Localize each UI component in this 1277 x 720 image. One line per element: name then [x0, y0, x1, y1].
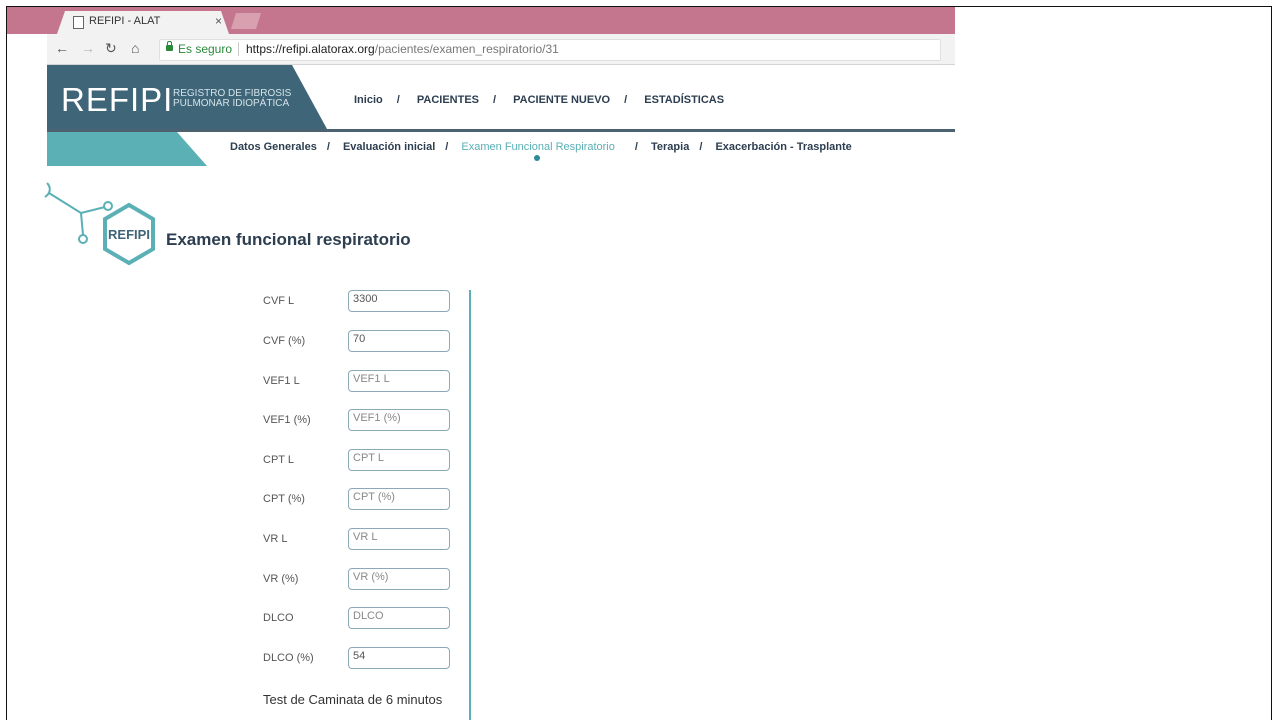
molecule-bond	[80, 212, 84, 236]
reload-icon[interactable]: ↻	[105, 40, 117, 57]
active-indicator-dot	[534, 155, 541, 161]
nav-estadisticas[interactable]: ESTADÍSTICAS	[644, 94, 724, 106]
walk-test-label: Test de Caminata de 6 minutos	[263, 692, 443, 707]
logo[interactable]: REFIPI REGISTRO DE FIBROSIS PULMONAR IDI…	[47, 65, 327, 129]
field-label: CVF (%)	[263, 335, 306, 347]
field-cpt-pct: CPT (%) CPT (%)	[263, 488, 463, 512]
back-icon[interactable]: ←	[55, 40, 69, 56]
nav-separator: /	[396, 94, 400, 106]
vr-pct-input[interactable]: VR (%)	[348, 568, 450, 590]
emblem-text: REFIPI	[108, 227, 150, 242]
section-nav: Datos Generales / Evaluación inicial / Exa…	[230, 141, 862, 161]
tab-datos-generales[interactable]: Datos Generales	[230, 141, 317, 153]
nav-separator: /	[699, 141, 703, 153]
url-text: https://refipi.alatorax.org/pacientes/ex…	[246, 42, 559, 56]
cpt-l-input[interactable]: CPT L	[348, 449, 450, 471]
dlco-pct-input[interactable]: 54	[348, 647, 450, 669]
vef1-l-input[interactable]: VEF1 L	[348, 370, 450, 392]
molecule-atom	[103, 201, 113, 211]
home-icon[interactable]: ⌂	[131, 40, 139, 56]
url-path: /pacientes/examen_respiratorio/31	[374, 42, 559, 56]
tab-title: REFIPI - ALAT	[89, 15, 161, 27]
cvf-l-input[interactable]: 3300	[348, 290, 450, 312]
field-vef1-l: VEF1 L VEF1 L	[263, 370, 463, 394]
url-divider	[238, 42, 239, 56]
close-tab-icon[interactable]: ×	[215, 14, 222, 28]
url-host: https://refipi.alatorax.org	[246, 42, 375, 56]
page-title: Examen funcional respiratorio	[166, 230, 411, 249]
field-cvf-l: CVF L 3300	[263, 290, 463, 314]
secure-label: Es seguro	[178, 42, 233, 56]
field-label: VR (%)	[263, 573, 299, 585]
field-cvf-pct: CVF (%) 70	[263, 330, 463, 354]
vef1-pct-input[interactable]: VEF1 (%)	[348, 409, 450, 431]
section-nav-bar: Datos Generales / Evaluación inicial / Exa…	[47, 132, 955, 166]
field-label: VEF1 L	[263, 375, 300, 387]
field-vr-l: VR L VR L	[263, 528, 463, 552]
field-vr-pct: VR (%) VR (%)	[263, 568, 463, 592]
nav-inicio[interactable]: Inicio	[354, 94, 383, 106]
tab-examen-funcional-label: Examen Funcional Respiratorio	[461, 141, 615, 153]
nav-paciente-nuevo[interactable]: PACIENTE NUEVO	[513, 94, 610, 106]
field-label: VR L	[263, 533, 288, 545]
cvf-pct-input[interactable]: 70	[348, 330, 450, 352]
field-dlco-pct: DLCO (%) 54	[263, 647, 463, 671]
molecule-arc	[44, 182, 51, 198]
tab-exacerbacion-trasplante[interactable]: Exacerbación - Trasplante	[715, 141, 851, 153]
screen-frame: REFIPI - ALAT × ← → ↻ ⌂ Es seguro https:…	[6, 6, 1272, 720]
field-label: CVF L	[263, 295, 295, 307]
nav-separator: /	[634, 141, 638, 153]
vr-l-input[interactable]: VR L	[348, 528, 450, 550]
nav-separator: /	[493, 94, 497, 106]
new-tab-button[interactable]	[231, 13, 261, 29]
field-dlco: DLCO DLCO	[263, 607, 463, 631]
field-label: DLCO	[263, 612, 294, 624]
molecule-bond	[48, 192, 82, 214]
refipi-emblem: REFIPI	[44, 182, 155, 266]
form-divider	[469, 290, 471, 720]
field-label: DLCO (%)	[263, 652, 314, 664]
logo-subtitle: REGISTRO DE FIBROSIS PULMONAR IDIOPÁTICA	[173, 89, 291, 109]
dlco-input[interactable]: DLCO	[348, 607, 450, 629]
main-nav: Inicio / PACIENTES / PACIENTE NUEVO / ESTAD…	[354, 94, 738, 106]
field-label: CPT (%)	[263, 493, 305, 505]
site-header: REFIPI REGISTRO DE FIBROSIS PULMONAR IDI…	[47, 65, 955, 129]
molecule-atom	[78, 234, 88, 244]
url-field[interactable]: Es seguro https://refipi.alatorax.org/pa…	[159, 39, 941, 61]
field-vef1-pct: VEF1 (%) VEF1 (%)	[263, 409, 463, 433]
nav-separator: /	[624, 94, 628, 106]
field-cpt-l: CPT L CPT L	[263, 449, 463, 473]
logo-subtitle-line2: PULMONAR IDIOPÁTICA	[173, 98, 290, 109]
decorative-band	[47, 132, 207, 166]
tab-terapia[interactable]: Terapia	[651, 141, 689, 153]
nav-separator: /	[326, 141, 330, 153]
tab-evaluacion-inicial[interactable]: Evaluación inicial	[343, 141, 435, 153]
page-icon	[73, 16, 84, 29]
tab-examen-funcional[interactable]: Examen Funcional Respiratorio	[461, 141, 624, 161]
logo-text: REFIPI	[61, 81, 174, 118]
cpt-pct-input[interactable]: CPT (%)	[348, 488, 450, 510]
lock-icon	[166, 41, 173, 51]
field-label: VEF1 (%)	[263, 414, 311, 426]
nav-pacientes[interactable]: PACIENTES	[417, 94, 479, 106]
molecule-bond	[80, 206, 106, 214]
browser-tab[interactable]: REFIPI - ALAT ×	[57, 11, 229, 34]
field-label: CPT L	[263, 454, 294, 466]
forward-icon[interactable]: →	[81, 40, 95, 56]
nav-separator: /	[445, 141, 449, 153]
address-bar: ← → ↻ ⌂ Es seguro https://refipi.alatora…	[47, 34, 955, 65]
browser-tab-bar: REFIPI - ALAT ×	[7, 7, 955, 34]
